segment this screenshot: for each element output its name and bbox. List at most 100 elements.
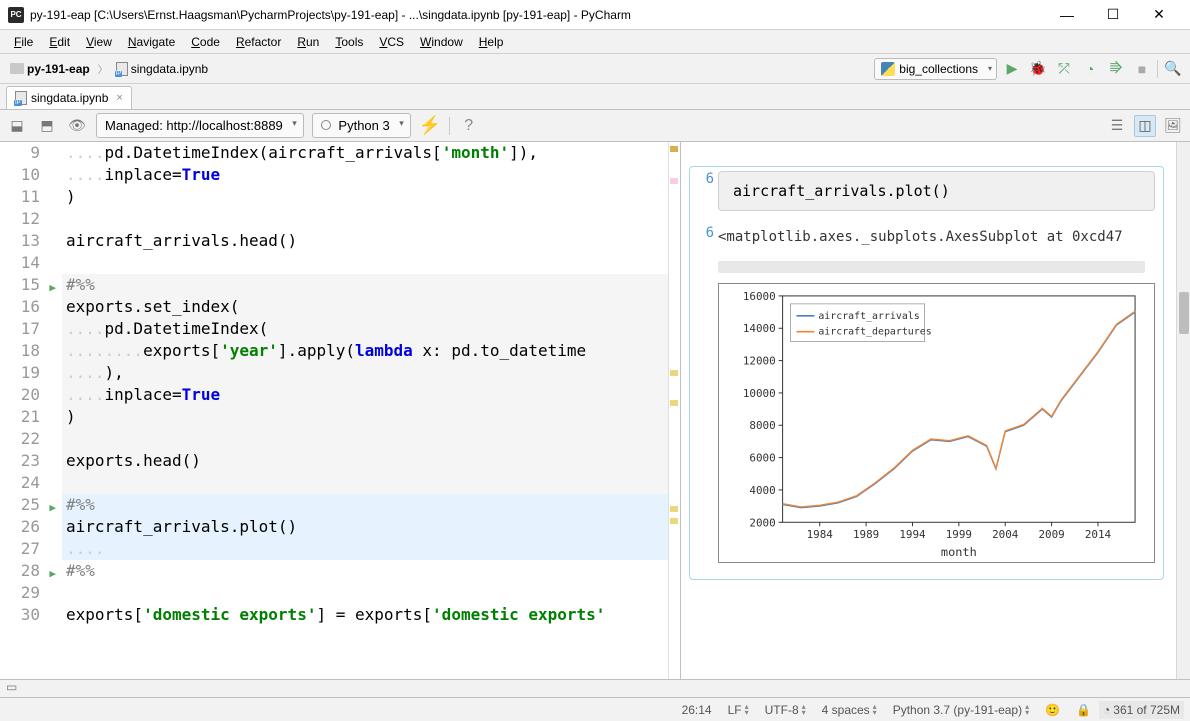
cell-output-text: <matplotlib.axes._subplots.AxesSubplot a… <box>718 225 1155 249</box>
menu-run[interactable]: Run <box>289 32 327 52</box>
code-editor[interactable]: 9101112131415▶16171819202122232425▶26272… <box>0 142 680 679</box>
tool-window-bar[interactable]: ▭ <box>0 679 1190 697</box>
menu-tools[interactable]: Tools <box>327 32 371 52</box>
svg-text:1989: 1989 <box>853 528 879 541</box>
status-memory[interactable]: ◔ 361 of 725M <box>1099 701 1184 719</box>
add-cell-below-button[interactable]: ⬓ <box>6 115 28 137</box>
menu-refactor[interactable]: Refactor <box>228 32 289 52</box>
profile-button[interactable]: ◔ <box>1079 58 1101 80</box>
view-image-button[interactable]: 🖼 <box>1162 115 1184 137</box>
code-line[interactable]: #%% <box>62 560 668 582</box>
code-line[interactable] <box>62 428 668 450</box>
gutter: 9101112131415▶16171819202122232425▶26272… <box>0 142 62 679</box>
code-line[interactable]: ........exports['year'].apply(lambda x: … <box>62 340 668 362</box>
debug-button[interactable]: 🐞 <box>1027 58 1049 80</box>
status-interpreter[interactable]: Python 3.7 (py-191-eap)▴▾ <box>885 703 1037 717</box>
ipynb-icon <box>15 91 27 105</box>
stop-button[interactable]: ■ <box>1131 58 1153 80</box>
code-line[interactable]: aircraft_arrivals.plot() <box>62 516 668 538</box>
code-line[interactable]: exports.head() <box>62 450 668 472</box>
menu-file[interactable]: File <box>6 32 41 52</box>
minimize-button[interactable]: — <box>1044 1 1090 29</box>
code-line[interactable]: .... <box>62 538 668 560</box>
svg-text:14000: 14000 <box>743 322 776 335</box>
view-split-button[interactable]: ◫ <box>1134 115 1156 137</box>
breadcrumb-file[interactable]: singdata.ipynb <box>112 60 212 78</box>
statusbar: 26:14 LF▴▾ UTF-8▴▾ 4 spaces▴▾ Python 3.7… <box>0 697 1190 721</box>
vertical-scrollbar[interactable] <box>1176 142 1190 679</box>
code-line[interactable]: #%% <box>62 494 668 516</box>
svg-text:2004: 2004 <box>992 528 1019 541</box>
editor-tabbar: singdata.ipynb × <box>0 84 1190 110</box>
status-indent[interactable]: 4 spaces▴▾ <box>814 703 885 717</box>
menu-window[interactable]: Window <box>412 32 471 52</box>
add-cell-above-button[interactable]: ⬒ <box>36 115 58 137</box>
menu-navigate[interactable]: Navigate <box>120 32 183 52</box>
code-line[interactable]: exports.set_index( <box>62 296 668 318</box>
run-config-dropdown[interactable]: big_collections <box>874 58 997 80</box>
output-cell: 6 aircraft_arrivals.plot() 6 <matplotlib… <box>689 166 1164 580</box>
search-everywhere-button[interactable]: 🔍 <box>1162 58 1184 80</box>
svg-text:8000: 8000 <box>749 419 775 432</box>
cell-scrollbar[interactable] <box>718 261 1145 273</box>
svg-text:aircraft_arrivals: aircraft_arrivals <box>818 311 919 322</box>
interrupt-kernel-button[interactable]: ⚡ <box>419 115 441 137</box>
code-line[interactable]: exports['domestic exports'] = exports['d… <box>62 604 668 626</box>
code-line[interactable]: ....inplace=True <box>62 164 668 186</box>
status-encoding[interactable]: UTF-8▴▾ <box>757 703 814 717</box>
python-icon <box>881 62 895 76</box>
code-line[interactable] <box>62 252 668 274</box>
chart-svg: 2000400060008000100001200014000160001984… <box>719 284 1154 562</box>
cell-in-prompt: 6 <box>698 171 718 217</box>
status-line-sep[interactable]: LF▴▾ <box>720 703 757 717</box>
toggle-output-button[interactable]: 👁 <box>66 115 88 137</box>
marker-strip[interactable] <box>668 142 680 679</box>
code-line[interactable]: aircraft_arrivals.head() <box>62 230 668 252</box>
maximize-button[interactable]: ☐ <box>1090 1 1136 29</box>
svg-text:12000: 12000 <box>743 355 776 368</box>
svg-text:2014: 2014 <box>1085 528 1112 541</box>
concurrency-button[interactable]: ⭆ <box>1105 58 1127 80</box>
code-line[interactable] <box>62 208 668 230</box>
cell-input-code: aircraft_arrivals.plot() <box>718 171 1155 211</box>
bottom-left-icon[interactable]: ▭ <box>0 678 23 696</box>
help-button[interactable]: ? <box>458 115 480 137</box>
chart-output: 2000400060008000100001200014000160001984… <box>718 283 1155 563</box>
kernel-dropdown[interactable]: Python 3 <box>312 113 411 138</box>
status-lock-icon[interactable]: 🔒 <box>1068 703 1099 717</box>
menu-code[interactable]: Code <box>183 32 228 52</box>
status-inspector-icon[interactable]: 🙂 <box>1037 703 1068 717</box>
run-config-label: big_collections <box>899 62 978 76</box>
server-dropdown[interactable]: Managed: http://localhost:8889 <box>96 113 304 138</box>
window-title: py-191-eap [C:\Users\Ernst.Haagsman\Pych… <box>30 8 1044 22</box>
code-line[interactable]: ) <box>62 186 668 208</box>
svg-text:2000: 2000 <box>749 516 775 529</box>
code-line[interactable]: ....pd.DatetimeIndex( <box>62 318 668 340</box>
tab-close-button[interactable]: × <box>116 92 122 104</box>
svg-text:1984: 1984 <box>807 528 834 541</box>
scrollbar-thumb[interactable] <box>1179 292 1189 334</box>
menu-view[interactable]: View <box>78 32 120 52</box>
app-icon: PC <box>8 7 24 23</box>
menubar: FileEditViewNavigateCodeRefactorRunTools… <box>0 30 1190 54</box>
menu-edit[interactable]: Edit <box>41 32 78 52</box>
close-button[interactable]: ✕ <box>1136 1 1182 29</box>
breadcrumb-project[interactable]: py-191-eap <box>6 60 94 78</box>
status-cursor-pos[interactable]: 26:14 <box>674 703 720 717</box>
svg-text:6000: 6000 <box>749 452 775 465</box>
code-body[interactable]: ....pd.DatetimeIndex(aircraft_arrivals['… <box>62 142 668 679</box>
code-line[interactable] <box>62 582 668 604</box>
code-line[interactable]: ....pd.DatetimeIndex(aircraft_arrivals['… <box>62 142 668 164</box>
view-list-button[interactable]: ☰ <box>1106 115 1128 137</box>
code-line[interactable]: ....inplace=True <box>62 384 668 406</box>
code-line[interactable]: ) <box>62 406 668 428</box>
svg-text:1994: 1994 <box>899 528 926 541</box>
editor-tab[interactable]: singdata.ipynb × <box>6 86 132 109</box>
menu-vcs[interactable]: VCS <box>371 32 412 52</box>
coverage-button[interactable]: ⤱ <box>1053 58 1075 80</box>
code-line[interactable]: #%% <box>62 274 668 296</box>
code-line[interactable] <box>62 472 668 494</box>
run-button[interactable]: ▶ <box>1001 58 1023 80</box>
menu-help[interactable]: Help <box>471 32 512 52</box>
code-line[interactable]: ....), <box>62 362 668 384</box>
